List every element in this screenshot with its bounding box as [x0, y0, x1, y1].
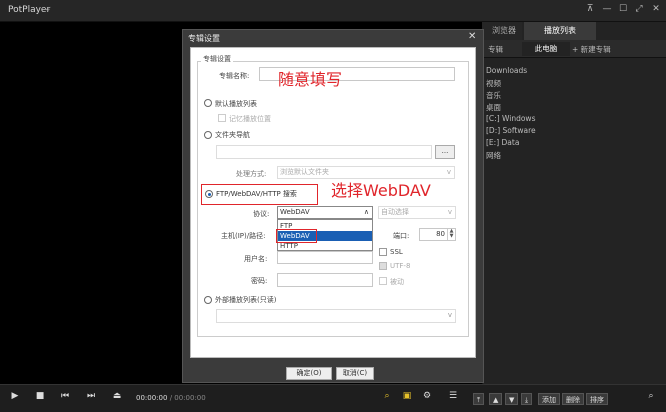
remember-position-checkbox[interactable]: [218, 114, 226, 122]
annotation-select-webdav: 选择WebDAV: [331, 181, 431, 200]
app-menu-chevron-icon[interactable]: ⌄: [44, 4, 52, 14]
browse-button[interactable]: ...: [435, 145, 455, 159]
cancel-button[interactable]: 取消(C): [336, 367, 374, 380]
protocol-label: 协议:: [253, 210, 270, 218]
process-label: 处理方式:: [236, 170, 267, 178]
radio-external-playlist[interactable]: [204, 296, 212, 304]
remember-position-label: 记忆播放位置: [229, 115, 271, 123]
move-up-icon[interactable]: ▲: [489, 393, 503, 405]
radio-ftp-label: FTP/WebDAV/HTTP 搜索: [216, 190, 297, 198]
close-button[interactable]: ✕: [650, 4, 662, 14]
minimize-button[interactable]: —: [601, 4, 613, 14]
list-item[interactable]: [E:] Data: [486, 138, 519, 147]
fullscreen-button[interactable]: ⤢: [633, 4, 645, 14]
stop-icon[interactable]: ■: [33, 391, 47, 401]
subtab-new-album[interactable]: + 新建专辑: [572, 44, 611, 55]
pin-icon[interactable]: ⊼: [584, 4, 596, 14]
subtab-album[interactable]: 专辑: [488, 44, 503, 55]
ssl-label: SSL: [390, 248, 403, 256]
eject-icon[interactable]: ⏏: [110, 391, 124, 401]
external-playlist-select[interactable]: v: [216, 309, 456, 323]
user-input[interactable]: [277, 251, 373, 264]
radio-ftp-webdav-http[interactable]: [205, 190, 213, 198]
album-name-value: 随意填写: [278, 70, 343, 89]
next-icon[interactable]: ⏭: [84, 391, 98, 401]
radio-default-label: 默认播放列表: [215, 100, 257, 108]
delete-button[interactable]: 删除: [562, 393, 584, 405]
port-label: 端口:: [393, 232, 410, 240]
group-legend: 专辑设置: [201, 54, 233, 64]
subtab-this-pc[interactable]: 此电脑: [522, 42, 570, 56]
move-top-icon[interactable]: ⤒: [473, 393, 485, 405]
host-label: 主机(IP)/路径:: [221, 232, 266, 240]
dialog-close-icon[interactable]: ✕: [468, 31, 476, 42]
dialog-title: 专辑设置: [188, 34, 220, 43]
move-down-icon[interactable]: ▼: [505, 393, 519, 405]
list-item[interactable]: 音乐: [486, 90, 501, 101]
move-bottom-icon[interactable]: ⤓: [521, 393, 533, 405]
album-name-label: 专辑名称:: [219, 72, 250, 80]
sort-button[interactable]: 排序: [586, 393, 608, 405]
radio-folder-navigation[interactable]: [204, 131, 212, 139]
tab-browser[interactable]: 浏览器: [484, 22, 524, 40]
maximize-button[interactable]: ☐: [617, 4, 629, 14]
list-item[interactable]: Downloads: [486, 66, 527, 75]
add-button[interactable]: 添加: [538, 393, 560, 405]
protocol-select[interactable]: WebDAV ∧: [277, 206, 373, 219]
password-input[interactable]: [277, 273, 373, 287]
list-item[interactable]: [D:] Software: [486, 126, 536, 135]
radio-default-playlist[interactable]: [204, 99, 212, 107]
ssl-checkbox[interactable]: [379, 248, 387, 256]
passive-label: 被动: [390, 278, 404, 286]
port-spinner-icon[interactable]: ▲ ▼: [447, 229, 455, 240]
radio-folder-label: 文件夹导航: [215, 131, 250, 139]
radio-external-label: 外部播放列表(只读): [215, 296, 277, 304]
passive-checkbox[interactable]: [379, 277, 387, 285]
encoding-select[interactable]: 自动选择 v: [378, 206, 456, 219]
tab-playlist[interactable]: 播放列表: [524, 22, 596, 40]
list-item[interactable]: [C:] Windows: [486, 114, 535, 123]
menu-icon[interactable]: ☰: [446, 391, 460, 401]
utf8-label: UTF-8: [390, 262, 411, 270]
play-icon[interactable]: ▶: [8, 391, 22, 401]
playlist-panel: [482, 22, 666, 384]
title-bar: [0, 0, 666, 22]
ok-button[interactable]: 确定(O): [286, 367, 332, 380]
previous-icon[interactable]: ⏮: [58, 391, 72, 401]
folder-path-input[interactable]: [216, 145, 432, 159]
utf8-checkbox[interactable]: [379, 262, 387, 270]
user-label: 用户名:: [244, 255, 268, 263]
search-playlist-icon[interactable]: ⌕: [380, 391, 394, 401]
settings-icon[interactable]: ⚙: [420, 391, 434, 401]
webdav-highlight-box: [276, 229, 317, 243]
time-readout: 00:00:00 / 00:00:00: [136, 394, 206, 402]
list-item[interactable]: 视频: [486, 78, 501, 89]
subtitle-icon[interactable]: ▣: [400, 391, 414, 401]
list-item[interactable]: 网络: [486, 150, 501, 161]
password-label: 密码:: [251, 277, 268, 285]
list-item[interactable]: 桌面: [486, 102, 501, 113]
search-icon[interactable]: ⌕: [644, 391, 658, 401]
